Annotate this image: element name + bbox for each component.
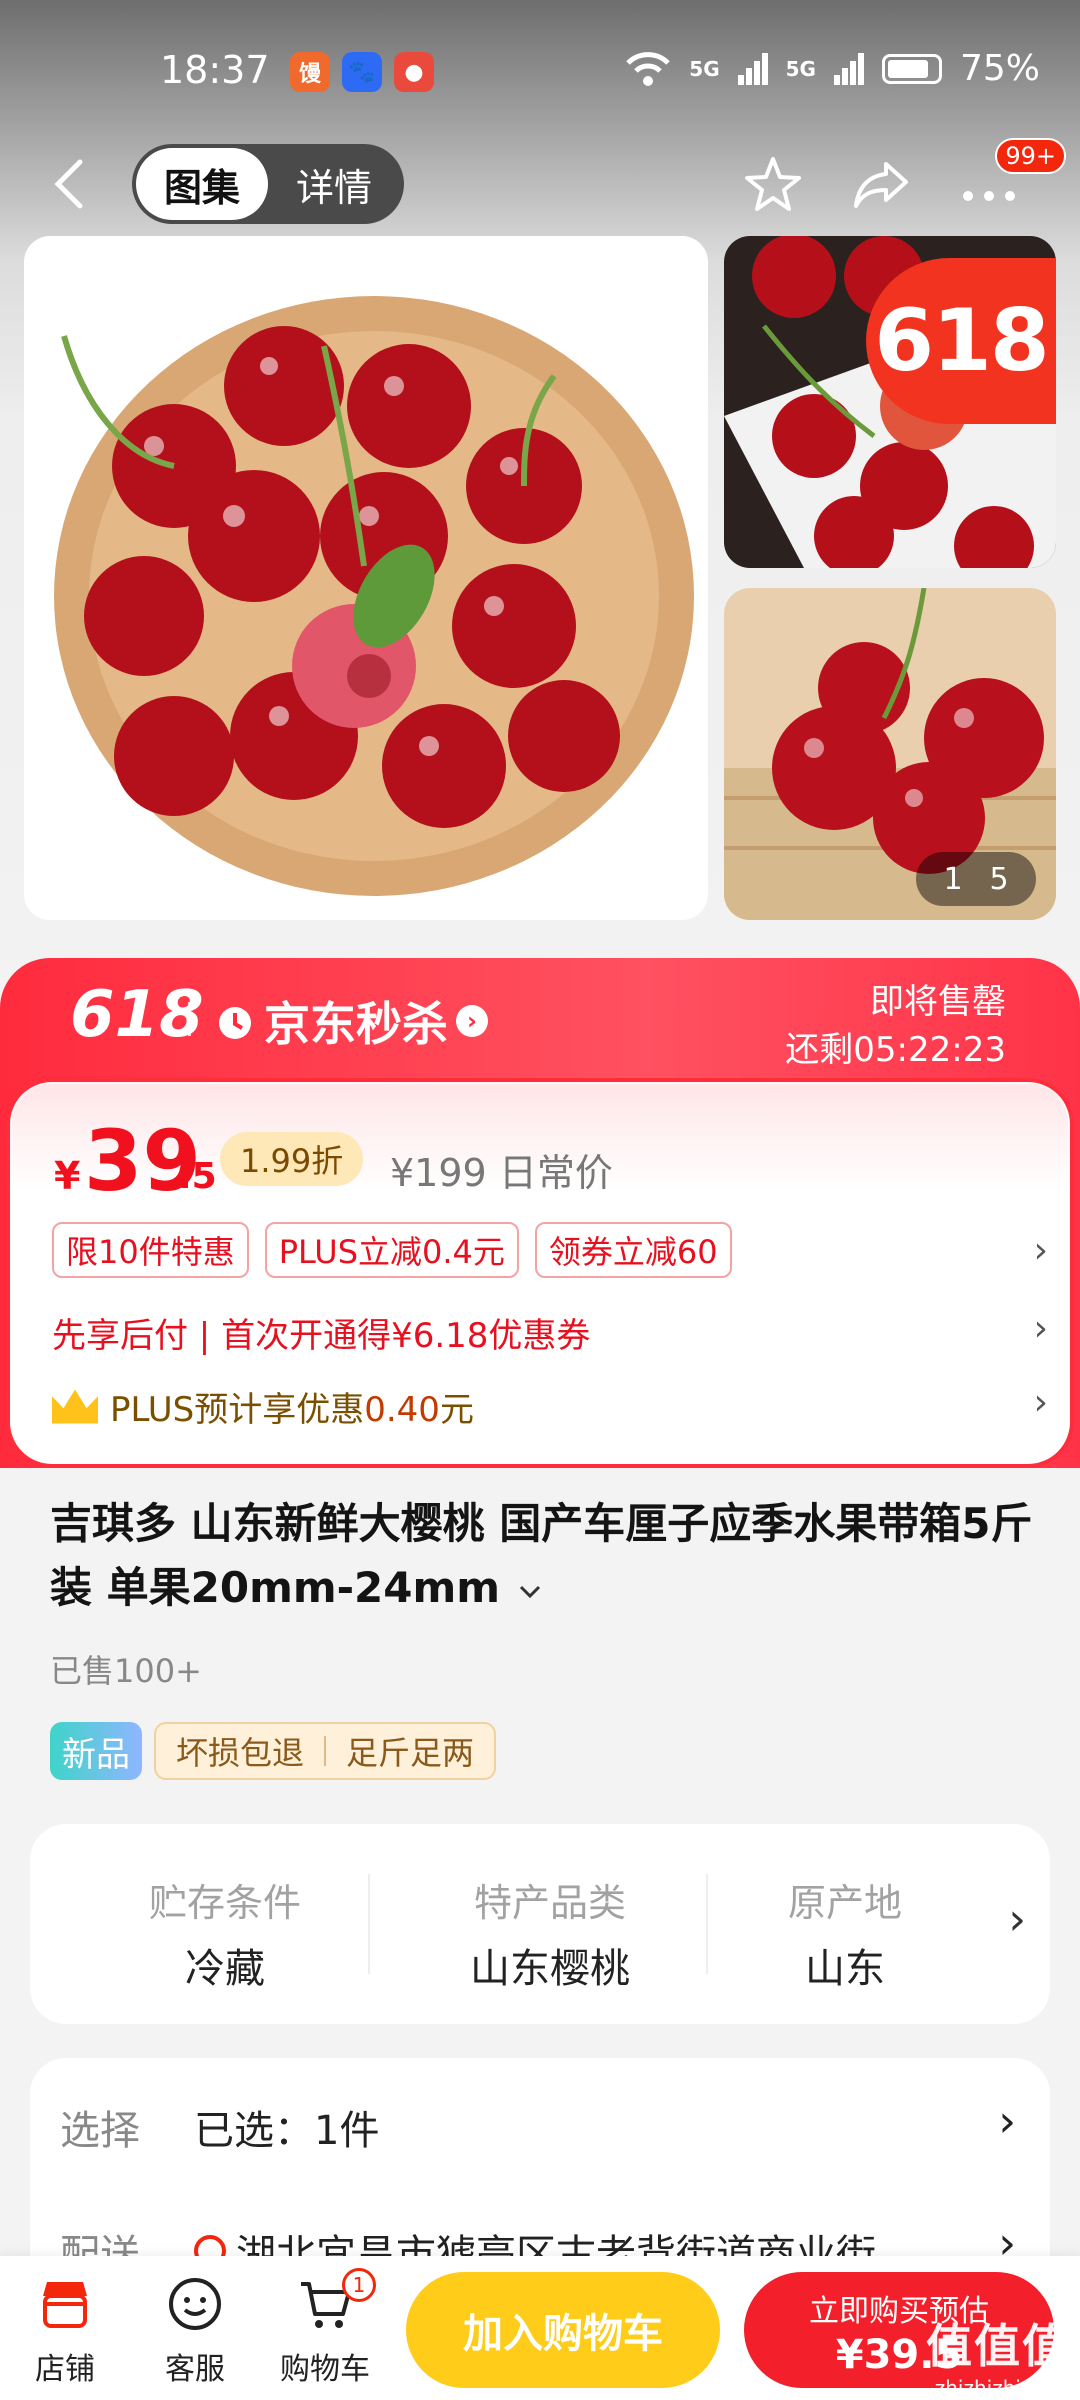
- tab-detail[interactable]: 详情: [268, 157, 400, 212]
- attribute-card[interactable]: 贮存条件 冷藏 特产品类 山东樱桃 原产地 山东 ›: [30, 1824, 1050, 2024]
- promo-tag[interactable]: PLUS立减0.4元: [264, 1222, 519, 1278]
- crown-icon: [52, 1389, 98, 1424]
- notification-badge: 99+: [995, 138, 1066, 174]
- countdown-label: 还剩: [785, 1030, 854, 1070]
- chevron-right-icon[interactable]: ›: [998, 2096, 1016, 2147]
- divider: [368, 1874, 370, 1974]
- attribute-item: 原产地 山东: [720, 1824, 970, 2024]
- battery-level: 75%: [959, 48, 1040, 89]
- top-nav: 图集 详情 99+: [0, 138, 1080, 228]
- page-current: 1: [943, 861, 963, 897]
- status-time: 18:37: [160, 48, 270, 92]
- original-price: ¥199 日常价: [390, 1142, 613, 1197]
- chevron-right-icon[interactable]: ›: [1034, 1382, 1048, 1423]
- gallery-area: 18:37 馒 🐾 ● 5G 5G 75% 图集 详情 99+ 618 1 5: [0, 0, 1080, 960]
- chevron-right-icon[interactable]: ›: [1034, 1308, 1048, 1349]
- back-button[interactable]: [50, 156, 100, 212]
- store-button[interactable]: 店铺: [10, 2274, 120, 2394]
- chevron-down-icon[interactable]: [515, 1582, 545, 1602]
- promo-tag[interactable]: 限10件特惠: [52, 1222, 249, 1278]
- attribute-value: 山东: [805, 1946, 885, 1992]
- service-label: 客服: [165, 2352, 225, 2387]
- price-card: ¥ 39 .5 1.99折 ¥199 日常价 限10件特惠 PLUS立减0.4元…: [6, 1078, 1074, 1468]
- event-618-label: 618: [70, 978, 204, 1052]
- jd-seckill-logo: 京东秒杀 ›: [214, 988, 488, 1054]
- cart-button[interactable]: 1 购物车: [270, 2268, 380, 2394]
- attribute-key: 原产地: [787, 1881, 902, 1925]
- page-total: 5: [989, 861, 1009, 897]
- selection-label: 选择: [60, 2108, 140, 2154]
- attribute-value: 山东樱桃: [470, 1946, 630, 1992]
- countdown-timer: 05:22:23: [853, 1030, 1006, 1070]
- store-icon: [43, 2282, 87, 2328]
- tab-gallery[interactable]: 图集: [136, 148, 268, 220]
- app-notification-icon-2: ●: [394, 52, 434, 92]
- discount-badge: 1.99折: [220, 1132, 364, 1186]
- signal-5g-label: 5G: [689, 56, 720, 81]
- countdown: 还剩05:22:23: [785, 1022, 1006, 1071]
- signal-5g-label-2: 5G: [785, 56, 816, 81]
- promo-tags: 限10件特惠 PLUS立减0.4元 领券立减60: [52, 1222, 732, 1278]
- chat-smile-icon: [169, 2278, 221, 2330]
- thumbnail-image-2[interactable]: 1 5: [724, 588, 1056, 920]
- original-price-value: ¥199: [390, 1151, 487, 1195]
- alarm-clock-icon: [219, 1007, 251, 1039]
- watermark-brand: 值值值: [926, 2319, 1070, 2373]
- product-title[interactable]: 吉琪多 山东新鲜大樱桃 国产车厘子应季水果带箱5斤装 单果20mm-24mm: [50, 1492, 1040, 1620]
- signal-icon-2: [833, 52, 864, 85]
- thumbnail-image-1[interactable]: 618: [724, 236, 1056, 568]
- chevron-right-icon: ›: [456, 1005, 488, 1037]
- attribute-item: 特产品类 山东樱桃: [385, 1824, 715, 2024]
- attribute-item: 贮存条件 冷藏: [60, 1824, 390, 2024]
- original-price-label: 日常价: [498, 1151, 613, 1195]
- seckill-label: 京东秒杀: [264, 997, 448, 1051]
- plus-amount: 0.40: [364, 1390, 440, 1430]
- service-badges[interactable]: 坏损包退 足斤足两: [154, 1722, 497, 1780]
- share-icon[interactable]: [850, 154, 912, 216]
- price-symbol: ¥: [54, 1154, 81, 1198]
- attribute-key: 贮存条件: [148, 1881, 301, 1925]
- sold-count: 已售100+: [50, 1652, 202, 1690]
- stock-status: 即将售罄: [870, 982, 1006, 1022]
- attribute-key: 特产品类: [473, 1881, 626, 1925]
- divider: [706, 1874, 708, 1974]
- cart-count-badge: 1: [342, 2268, 376, 2302]
- customer-service-button[interactable]: 客服: [140, 2274, 250, 2394]
- watermark-url: zhizhizhi.com: [934, 2376, 1070, 2400]
- view-toggle: 图集 详情: [132, 144, 404, 224]
- service-badge-2: 足斤足两: [346, 1734, 475, 1772]
- selection-value[interactable]: 已选：1件: [194, 2098, 379, 2156]
- battery-icon: [881, 53, 942, 84]
- main-product-image[interactable]: [24, 236, 708, 920]
- store-label: 店铺: [35, 2352, 95, 2387]
- cherry-bowl-image: [54, 296, 694, 896]
- favorite-star-icon[interactable]: [742, 154, 804, 216]
- price-decimal: .5: [178, 1156, 217, 1197]
- attribute-value: 冷藏: [185, 1946, 265, 1992]
- status-bar: 18:37 馒 🐾 ● 5G 5G 75%: [0, 40, 1080, 110]
- plus-discount-row[interactable]: PLUS预计享优惠0.40元: [52, 1382, 474, 1431]
- new-badge: 新品: [50, 1722, 142, 1780]
- plus-unit: 元: [439, 1390, 474, 1430]
- promo-tag[interactable]: 领券立减60: [534, 1222, 732, 1278]
- back-arrow-icon: [54, 159, 83, 209]
- plus-prefix: PLUS预计享优惠: [110, 1390, 365, 1430]
- app-notification-icon: 馒: [290, 52, 330, 92]
- chevron-right-icon[interactable]: ›: [1008, 1894, 1026, 1945]
- pay-later-offer[interactable]: 先享后付 | 首次开通得¥6.18优惠券: [52, 1308, 590, 1357]
- chevron-right-icon[interactable]: ›: [1034, 1230, 1048, 1271]
- bottom-action-bar: 店铺 客服 1 购物车 加入购物车 立即购买预估 ¥39.5 值值值 zhizh…: [0, 2256, 1080, 2400]
- watermark: 值值值 zhizhizhi.com: [926, 2310, 1070, 2400]
- baidu-icon: 🐾: [342, 52, 382, 92]
- add-to-cart-button[interactable]: 加入购物车: [406, 2272, 720, 2388]
- product-badges: 新品 坏损包退 足斤足两: [50, 1722, 497, 1780]
- promo-618-badge: 618: [866, 258, 1056, 424]
- image-page-counter: 1 5: [916, 852, 1036, 906]
- service-badge-1: 坏损包退: [176, 1734, 305, 1772]
- cart-label: 购物车: [280, 2352, 370, 2387]
- signal-icon: [737, 52, 768, 85]
- divider: [188, 1002, 191, 1036]
- wifi-icon: [626, 51, 671, 86]
